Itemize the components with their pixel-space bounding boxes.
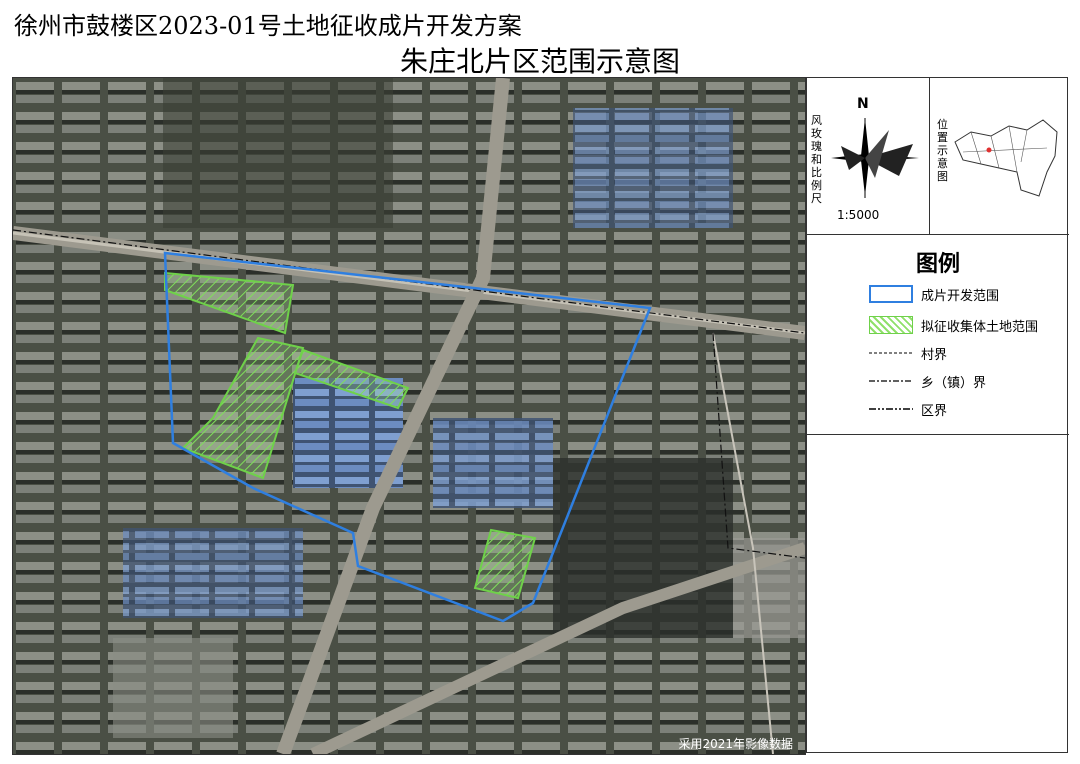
- blue-outline-box-icon: [869, 285, 913, 303]
- north-label: N: [857, 96, 869, 112]
- compass-label: 风玫瑰和比例尺: [811, 114, 822, 205]
- scale-label: 1:5000: [837, 208, 880, 222]
- location-map-icon: [954, 119, 1058, 197]
- legend-item-collective-land: 拟征收集体土地范围: [869, 314, 1038, 336]
- imagery-credit: 采用2021年影像数据: [678, 736, 793, 751]
- legend-item-district-boundary: 区界: [869, 398, 947, 420]
- legend-panel: 风玫瑰和比例尺 N 1:5000 位置示意图 图例 成片开发范围 拟征收集体土地…: [806, 77, 1069, 753]
- legend-item-development-boundary: 成片开发范围: [869, 283, 999, 305]
- location-map-section: 位置示意图: [929, 78, 1069, 235]
- satellite-map[interactable]: 采用2021年影像数据: [12, 77, 806, 755]
- dash-dot-line-icon: [869, 380, 913, 382]
- legend-title: 图例: [915, 252, 960, 277]
- legend-item-town-boundary: 乡（镇）界: [869, 370, 986, 392]
- compass-section: 风玫瑰和比例尺 N 1:5000: [807, 78, 930, 235]
- map-subtitle: 朱庄北片区范围示意图: [399, 45, 680, 78]
- wind-rose-icon: [831, 118, 919, 198]
- dashed-line-icon: [869, 352, 913, 354]
- map-title: 徐州市鼓楼区2023-01号土地征收成片开发方案: [14, 12, 522, 40]
- legend-divider: [807, 434, 1069, 435]
- legend-item-village-boundary: 村界: [869, 342, 947, 364]
- dash-dot-dot-line-icon: [869, 408, 913, 410]
- location-map-label: 位置示意图: [937, 118, 948, 183]
- green-hatched-box-icon: [869, 316, 913, 334]
